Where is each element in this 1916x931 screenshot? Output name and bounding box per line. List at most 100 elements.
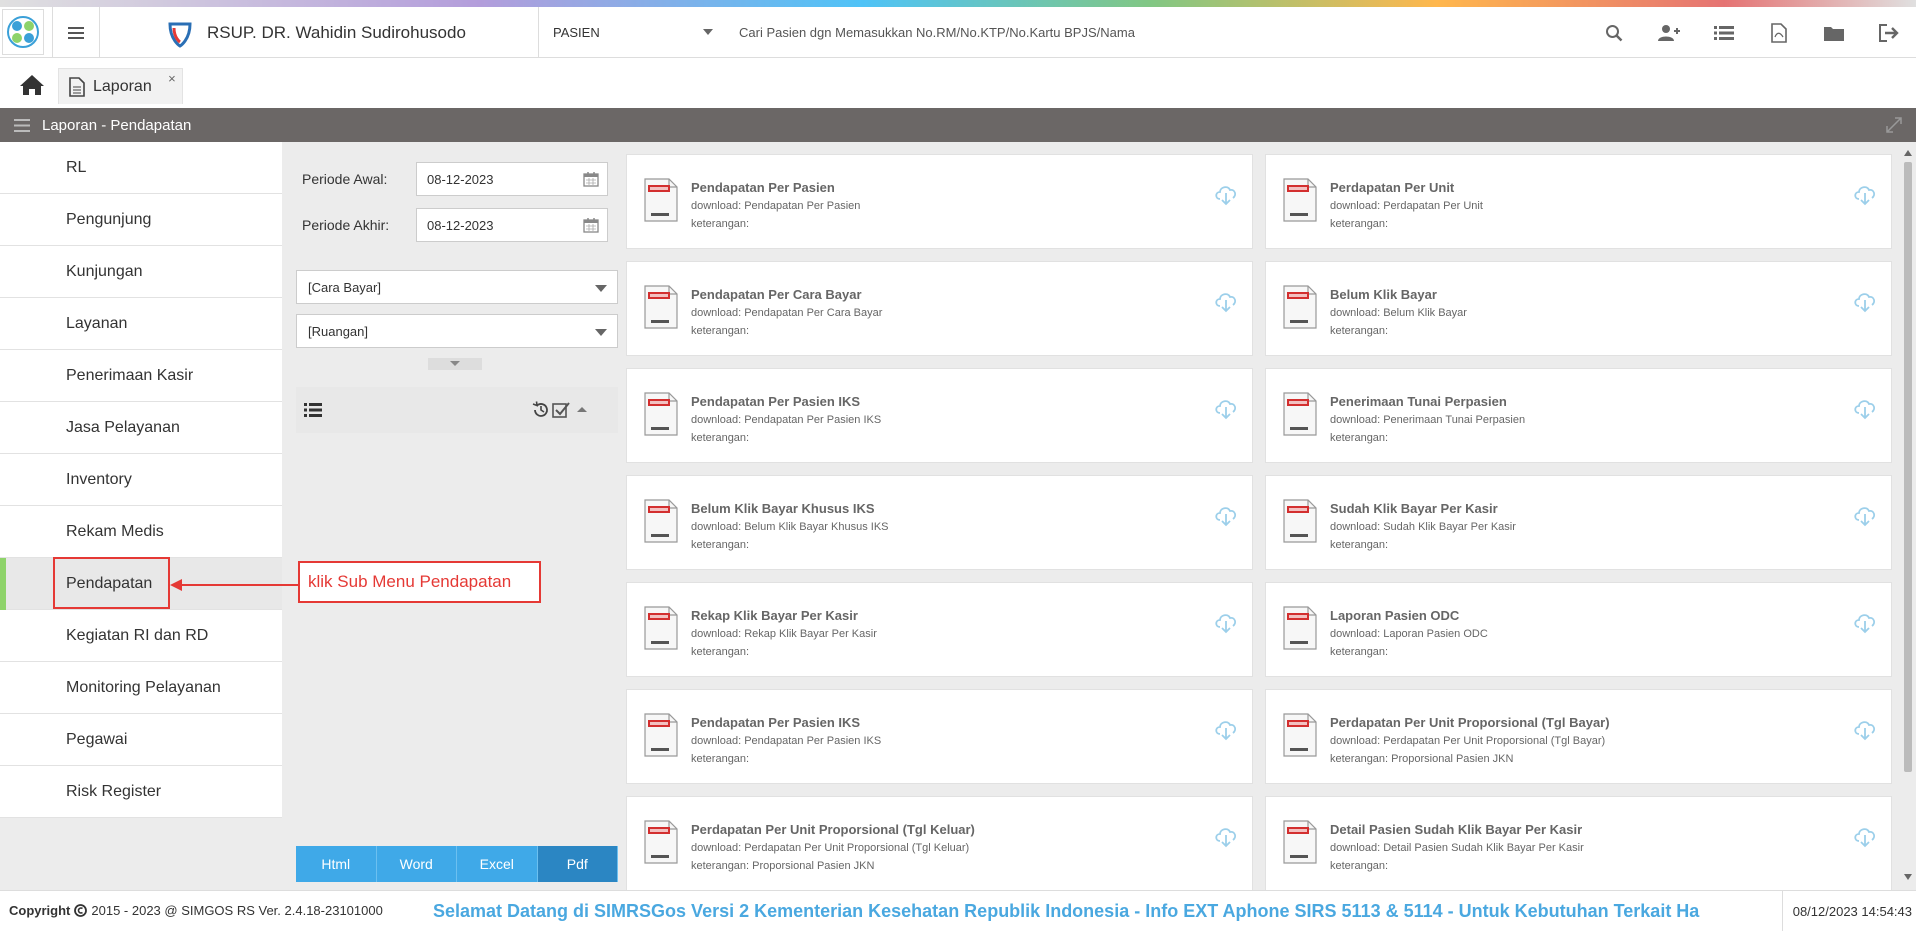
pdf-file-icon[interactable]	[1751, 7, 1806, 58]
pdf-report-icon	[1282, 498, 1318, 549]
report-title[interactable]: Penerimaan Tunai Perpasien	[1330, 394, 1507, 409]
report-title[interactable]: Sudah Klik Bayar Per Kasir	[1330, 501, 1498, 516]
sidebar-item-rekam-medis[interactable]: Rekam Medis	[0, 506, 282, 558]
sidebar-item-kegiatan-ri-rd[interactable]: Kegiatan RI dan RD	[0, 610, 282, 662]
report-title[interactable]: Pendapatan Per Pasien IKS	[691, 715, 860, 730]
chevron-up-icon[interactable]	[576, 405, 588, 413]
cloud-download-icon[interactable]	[1214, 291, 1238, 318]
patient-mode-select[interactable]: PASIEN	[538, 7, 723, 58]
sidebar-item-penerimaan-kasir[interactable]: Penerimaan Kasir	[0, 350, 282, 402]
pdf-report-icon	[643, 712, 679, 763]
sidebar-item-rl[interactable]: RL	[0, 142, 282, 194]
cloud-download-icon[interactable]	[1853, 291, 1877, 318]
report-title[interactable]: Belum Klik Bayar	[1330, 287, 1437, 302]
list-icon[interactable]	[1696, 7, 1751, 58]
report-card[interactable]: Pendapatan Per Cara Bayar download: Penda…	[626, 261, 1253, 356]
export-excel-button[interactable]: Excel	[457, 846, 538, 882]
folder-icon[interactable]	[1806, 7, 1861, 58]
report-card[interactable]: Pendapatan Per Pasien IKS download: Penda…	[626, 368, 1253, 463]
report-sidebar: RL Pengunjung Kunjungan Layanan Penerima…	[0, 142, 282, 890]
home-button[interactable]	[12, 70, 52, 100]
report-title[interactable]: Perdapatan Per Unit Proporsional (Tgl Ba…	[1330, 715, 1610, 730]
cloud-download-icon[interactable]	[1214, 184, 1238, 211]
cloud-download-icon[interactable]	[1214, 398, 1238, 425]
report-title[interactable]: Perdapatan Per Unit	[1330, 180, 1454, 195]
copyright: Copyright 2015 - 2023 @ SIMGOS RS Ver. 2…	[0, 903, 383, 918]
search-icon[interactable]	[1586, 7, 1641, 58]
report-title[interactable]: Belum Klik Bayar Khusus IKS	[691, 501, 875, 516]
sidebar-item-kunjungan[interactable]: Kunjungan	[0, 246, 282, 298]
calendar-icon	[583, 172, 599, 187]
collapse-toggle[interactable]	[428, 358, 482, 370]
report-card[interactable]: Penerimaan Tunai Perpasien download: Pene…	[1265, 368, 1892, 463]
export-html-button[interactable]: Html	[296, 846, 377, 882]
export-word-button[interactable]: Word	[376, 846, 457, 882]
sidebar-item-pengunjung[interactable]: Pengunjung	[0, 194, 282, 246]
sidebar-item-risk-register[interactable]: Risk Register	[0, 766, 282, 818]
report-card[interactable]: Sudah Klik Bayar Per Kasir download: Suda…	[1265, 475, 1892, 570]
sidebar-item-inventory[interactable]: Inventory	[0, 454, 282, 506]
logout-icon[interactable]	[1861, 7, 1916, 58]
cloud-download-icon[interactable]	[1214, 505, 1238, 532]
tab-laporan[interactable]: Laporan ×	[58, 68, 183, 104]
report-title[interactable]: Perdapatan Per Unit Proporsional (Tgl Ke…	[691, 822, 975, 837]
content-scrollbar[interactable]	[1902, 150, 1914, 880]
app-logo[interactable]	[2, 9, 44, 55]
cara-bayar-select[interactable]: [Cara Bayar]	[296, 270, 618, 304]
ruangan-select[interactable]: [Ruangan]	[296, 314, 618, 348]
hospital-logo-icon	[168, 22, 192, 48]
report-card[interactable]: Perdapatan Per Unit download: Perdapatan …	[1265, 154, 1892, 249]
cloud-download-icon[interactable]	[1853, 612, 1877, 639]
report-card[interactable]: Laporan Pasien ODC download: Laporan Pasi…	[1265, 582, 1892, 677]
document-icon	[69, 76, 85, 97]
pdf-report-icon	[643, 284, 679, 335]
cloud-download-icon[interactable]	[1853, 505, 1877, 532]
cloud-download-icon[interactable]	[1853, 719, 1877, 746]
close-icon[interactable]: ×	[168, 71, 176, 86]
report-card[interactable]: Pendapatan Per Pasien IKS download: Penda…	[626, 689, 1253, 784]
report-card[interactable]: Belum Klik Bayar download: Belum Klik Bay…	[1265, 261, 1892, 356]
report-title[interactable]: Detail Pasien Sudah Klik Bayar Per Kasir	[1330, 822, 1582, 837]
report-card[interactable]: Perdapatan Per Unit Proporsional (Tgl Ke…	[626, 796, 1253, 890]
sidebar-item-layanan[interactable]: Layanan	[0, 298, 282, 350]
report-card[interactable]: Detail Pasien Sudah Klik Bayar Per Kasir…	[1265, 796, 1892, 890]
cloud-download-icon[interactable]	[1853, 184, 1877, 211]
cloud-download-icon[interactable]	[1853, 826, 1877, 853]
cara-bayar-value: [Cara Bayar]	[308, 279, 381, 295]
report-download-text: download: Pendapatan Per Pasien	[691, 200, 861, 212]
report-title[interactable]: Pendapatan Per Pasien	[691, 180, 835, 195]
report-title[interactable]: Laporan Pasien ODC	[1330, 608, 1459, 623]
expand-icon[interactable]	[1886, 117, 1902, 133]
cloud-download-icon[interactable]	[1214, 612, 1238, 639]
cloud-download-icon[interactable]	[1214, 826, 1238, 853]
scrollbar-thumb[interactable]	[1904, 162, 1912, 772]
history-icon[interactable]	[532, 401, 550, 419]
hamburger-icon	[68, 26, 84, 39]
add-user-icon[interactable]	[1641, 7, 1696, 58]
report-title[interactable]: Rekap Klik Bayar Per Kasir	[691, 608, 858, 623]
list-icon[interactable]	[304, 403, 322, 417]
cloud-download-icon[interactable]	[1853, 398, 1877, 425]
periode-awal-field[interactable]: 08-12-2023	[416, 162, 608, 196]
top-action-icons	[1586, 7, 1916, 58]
report-keterangan: keterangan:	[691, 539, 750, 551]
sidebar-item-pegawai[interactable]: Pegawai	[0, 714, 282, 766]
report-title[interactable]: Pendapatan Per Pasien IKS	[691, 394, 860, 409]
cloud-download-icon[interactable]	[1214, 719, 1238, 746]
hamburger-menu-button[interactable]	[52, 7, 100, 58]
report-card[interactable]: Rekap Klik Bayar Per Kasir download: Reka…	[626, 582, 1253, 677]
report-card[interactable]: Perdapatan Per Unit Proporsional (Tgl Ba…	[1265, 689, 1892, 784]
footer-bar: Copyright 2015 - 2023 @ SIMGOS RS Ver. 2…	[0, 890, 1916, 931]
periode-akhir-field[interactable]: 08-12-2023	[416, 208, 608, 242]
report-card[interactable]: Belum Klik Bayar Khusus IKS download: Bel…	[626, 475, 1253, 570]
sidebar-item-jasa-pelayanan[interactable]: Jasa Pelayanan	[0, 402, 282, 454]
report-list-area: Pendapatan Per Pasien download: Pendapata…	[620, 142, 1916, 890]
sidebar-item-monitoring-pelayanan[interactable]: Monitoring Pelayanan	[0, 662, 282, 714]
report-card[interactable]: Pendapatan Per Pasien download: Pendapata…	[626, 154, 1253, 249]
export-pdf-button[interactable]: Pdf	[537, 846, 618, 882]
check-square-icon[interactable]	[552, 401, 570, 419]
report-title[interactable]: Pendapatan Per Cara Bayar	[691, 287, 862, 302]
sidebar-item-label: Risk Register	[66, 782, 162, 800]
patient-search-input[interactable]: Cari Pasien dgn Memasukkan No.RM/No.KTP/…	[739, 7, 1135, 58]
report-grid: Pendapatan Per Pasien download: Pendapata…	[626, 154, 1896, 890]
